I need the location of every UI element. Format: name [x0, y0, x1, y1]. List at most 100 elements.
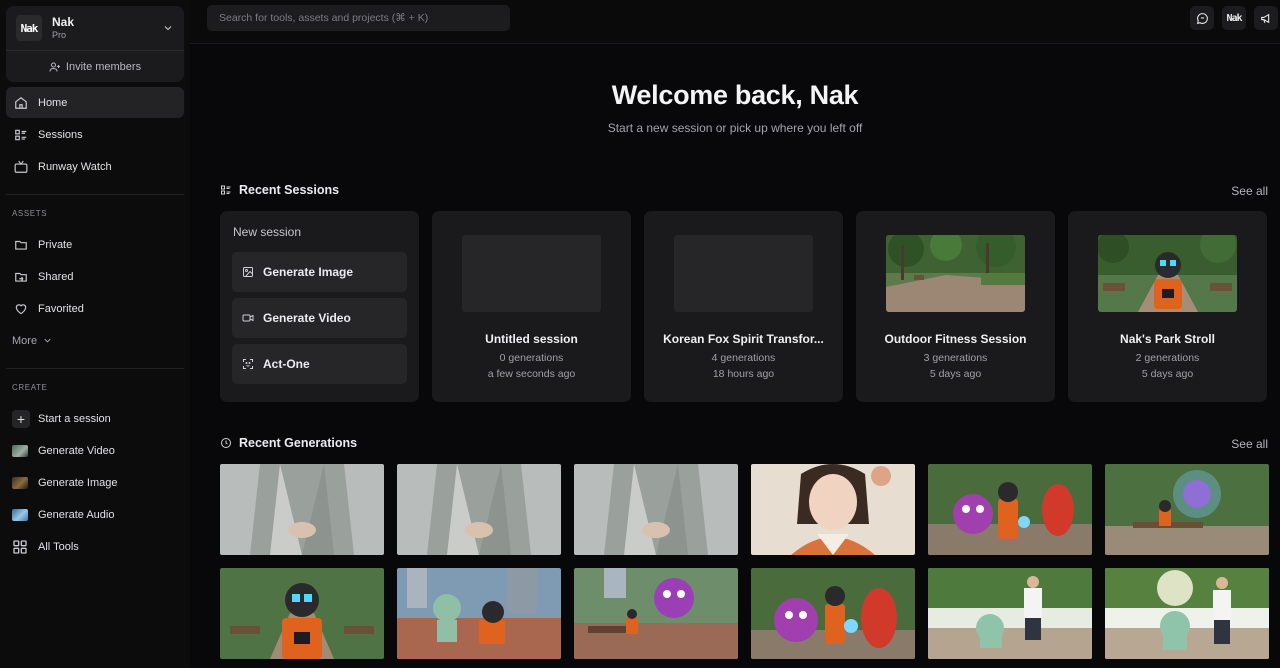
session-title: Nak's Park Stroll: [1120, 332, 1215, 346]
megaphone-icon: [1260, 13, 1269, 23]
recent-sessions-heading: Recent Sessions: [220, 183, 339, 197]
workspace-logo: Nak: [16, 15, 42, 41]
chevron-down-icon[interactable]: [162, 22, 174, 34]
chat-icon: [1196, 12, 1208, 24]
clock-icon: [221, 438, 231, 448]
act-one-button[interactable]: Act-One: [232, 344, 407, 384]
robots-plaza-image: [397, 568, 561, 659]
sessions-icon: [15, 129, 27, 140]
generate-image-button[interactable]: Generate Image: [232, 252, 407, 292]
monster-robot-fight-image: [928, 464, 1092, 555]
session-card[interactable]: Untitled session 0 generations a few sec…: [432, 211, 631, 402]
generation-thumbnail[interactable]: [220, 464, 384, 555]
invite-members-button[interactable]: Invite members: [6, 51, 184, 82]
announcements-button[interactable]: [1254, 6, 1278, 30]
folder-icon: [15, 240, 27, 250]
robot-man-park-image: [1105, 568, 1269, 659]
generation-thumbnail[interactable]: [751, 464, 915, 555]
generation-thumbnail[interactable]: [397, 568, 561, 659]
generation-thumbnail[interactable]: [397, 464, 561, 555]
nav-item-home[interactable]: Home: [6, 87, 184, 118]
session-thumbnail: [462, 235, 601, 312]
monster-robot-fight-image: [751, 568, 915, 659]
nav-item-shared[interactable]: Shared: [6, 261, 184, 292]
recent-sessions-list: New session Generate Image Generate Vide…: [220, 211, 1267, 402]
image-icon: [243, 267, 253, 277]
session-generations: 0 generations: [499, 352, 564, 364]
nav-label: Runway Watch: [38, 160, 112, 173]
session-title: Outdoor Fitness Session: [884, 332, 1027, 346]
invite-label: Invite members: [65, 60, 142, 73]
heart-icon: [15, 303, 27, 314]
robe-hands-image: [397, 464, 561, 555]
session-time: 5 days ago: [929, 368, 982, 380]
search-input[interactable]: [207, 5, 510, 31]
new-session-card: New session Generate Image Generate Vide…: [220, 211, 419, 402]
video-icon: [242, 314, 254, 322]
generation-thumbnail[interactable]: [1105, 568, 1269, 659]
session-title: Korean Fox Spirit Transfor...: [663, 332, 824, 346]
profile-logo: Nak: [1226, 12, 1242, 24]
workspace-switcher[interactable]: Nak Nak Pro Invite members: [6, 6, 184, 82]
divider: [6, 368, 184, 369]
divider: [6, 194, 184, 195]
all-tools-link[interactable]: All Tools: [6, 531, 184, 562]
generation-thumbnail[interactable]: [574, 568, 738, 659]
video-thumb-icon: [12, 444, 28, 457]
portrait-woman-image: [751, 464, 915, 555]
session-time: a few seconds ago: [487, 368, 576, 380]
generation-thumbnail[interactable]: [220, 568, 384, 659]
nav-item-sessions[interactable]: Sessions: [6, 119, 184, 150]
nav-item-private[interactable]: Private: [6, 229, 184, 260]
face-scan-icon: [243, 359, 253, 369]
session-time: 18 hours ago: [712, 368, 775, 380]
button-label: Act-One: [263, 357, 310, 371]
add-user-icon: [49, 62, 60, 72]
generation-thumbnail[interactable]: [928, 568, 1092, 659]
profile-button[interactable]: Nak: [1222, 6, 1246, 30]
create-heading: CREATE: [12, 383, 48, 392]
grid-icon: [13, 539, 27, 554]
generation-thumbnail[interactable]: [1105, 464, 1269, 555]
generation-thumbnail[interactable]: [928, 464, 1092, 555]
chat-button[interactable]: [1190, 6, 1214, 30]
section-title: Recent Generations: [239, 436, 358, 450]
monster-bench-plaza-image: [574, 568, 738, 659]
generation-thumbnail[interactable]: [751, 568, 915, 659]
park-image: [886, 235, 1025, 312]
workspace-name: Nak: [52, 15, 75, 29]
sessions-icon: [221, 185, 231, 195]
session-generations: 4 generations: [711, 352, 776, 364]
session-card[interactable]: Korean Fox Spirit Transfor... 4 generati…: [644, 211, 843, 402]
page-subtitle: Start a new session or pick up where you…: [607, 121, 863, 135]
generate-video-link[interactable]: Generate Video: [6, 435, 184, 466]
tv-icon: [14, 160, 28, 173]
nav-item-runway-watch[interactable]: Runway Watch: [6, 151, 184, 182]
generate-image-link[interactable]: Generate Image: [6, 467, 184, 498]
session-thumbnail: [886, 235, 1025, 312]
assets-heading: ASSETS: [12, 209, 48, 218]
session-card[interactable]: Nak's Park Stroll 2 generations 5 days a…: [1068, 211, 1267, 402]
shared-folder-icon: [15, 272, 27, 282]
robe-hands-image: [574, 464, 738, 555]
nav-item-favorited[interactable]: Favorited: [6, 293, 184, 324]
nav-label: Generate Image: [38, 476, 118, 489]
see-all-sessions-link[interactable]: See all: [1231, 184, 1268, 198]
recent-generations-grid: [220, 464, 1269, 659]
more-toggle[interactable]: More: [6, 325, 184, 356]
nav-label: Generate Video: [38, 444, 115, 457]
generation-thumbnail[interactable]: [574, 464, 738, 555]
sidebar: Nak Nak Pro Invite members Home Sessions: [0, 0, 190, 668]
session-generations: 3 generations: [923, 352, 988, 364]
session-generations: 2 generations: [1135, 352, 1200, 364]
see-all-generations-link[interactable]: See all: [1231, 437, 1268, 451]
start-session-button[interactable]: + Start a session: [6, 403, 184, 434]
home-icon: [15, 96, 27, 109]
robot-park-image: [220, 568, 384, 659]
app-window: Nak Nak Pro Invite members Home Sessions: [0, 0, 1280, 668]
generate-video-button[interactable]: Generate Video: [232, 298, 407, 338]
session-card[interactable]: Outdoor Fitness Session 3 generations 5 …: [856, 211, 1055, 402]
nav-label: Favorited: [38, 302, 84, 315]
monster-bench-image: [1105, 464, 1269, 555]
generate-audio-link[interactable]: Generate Audio: [6, 499, 184, 530]
